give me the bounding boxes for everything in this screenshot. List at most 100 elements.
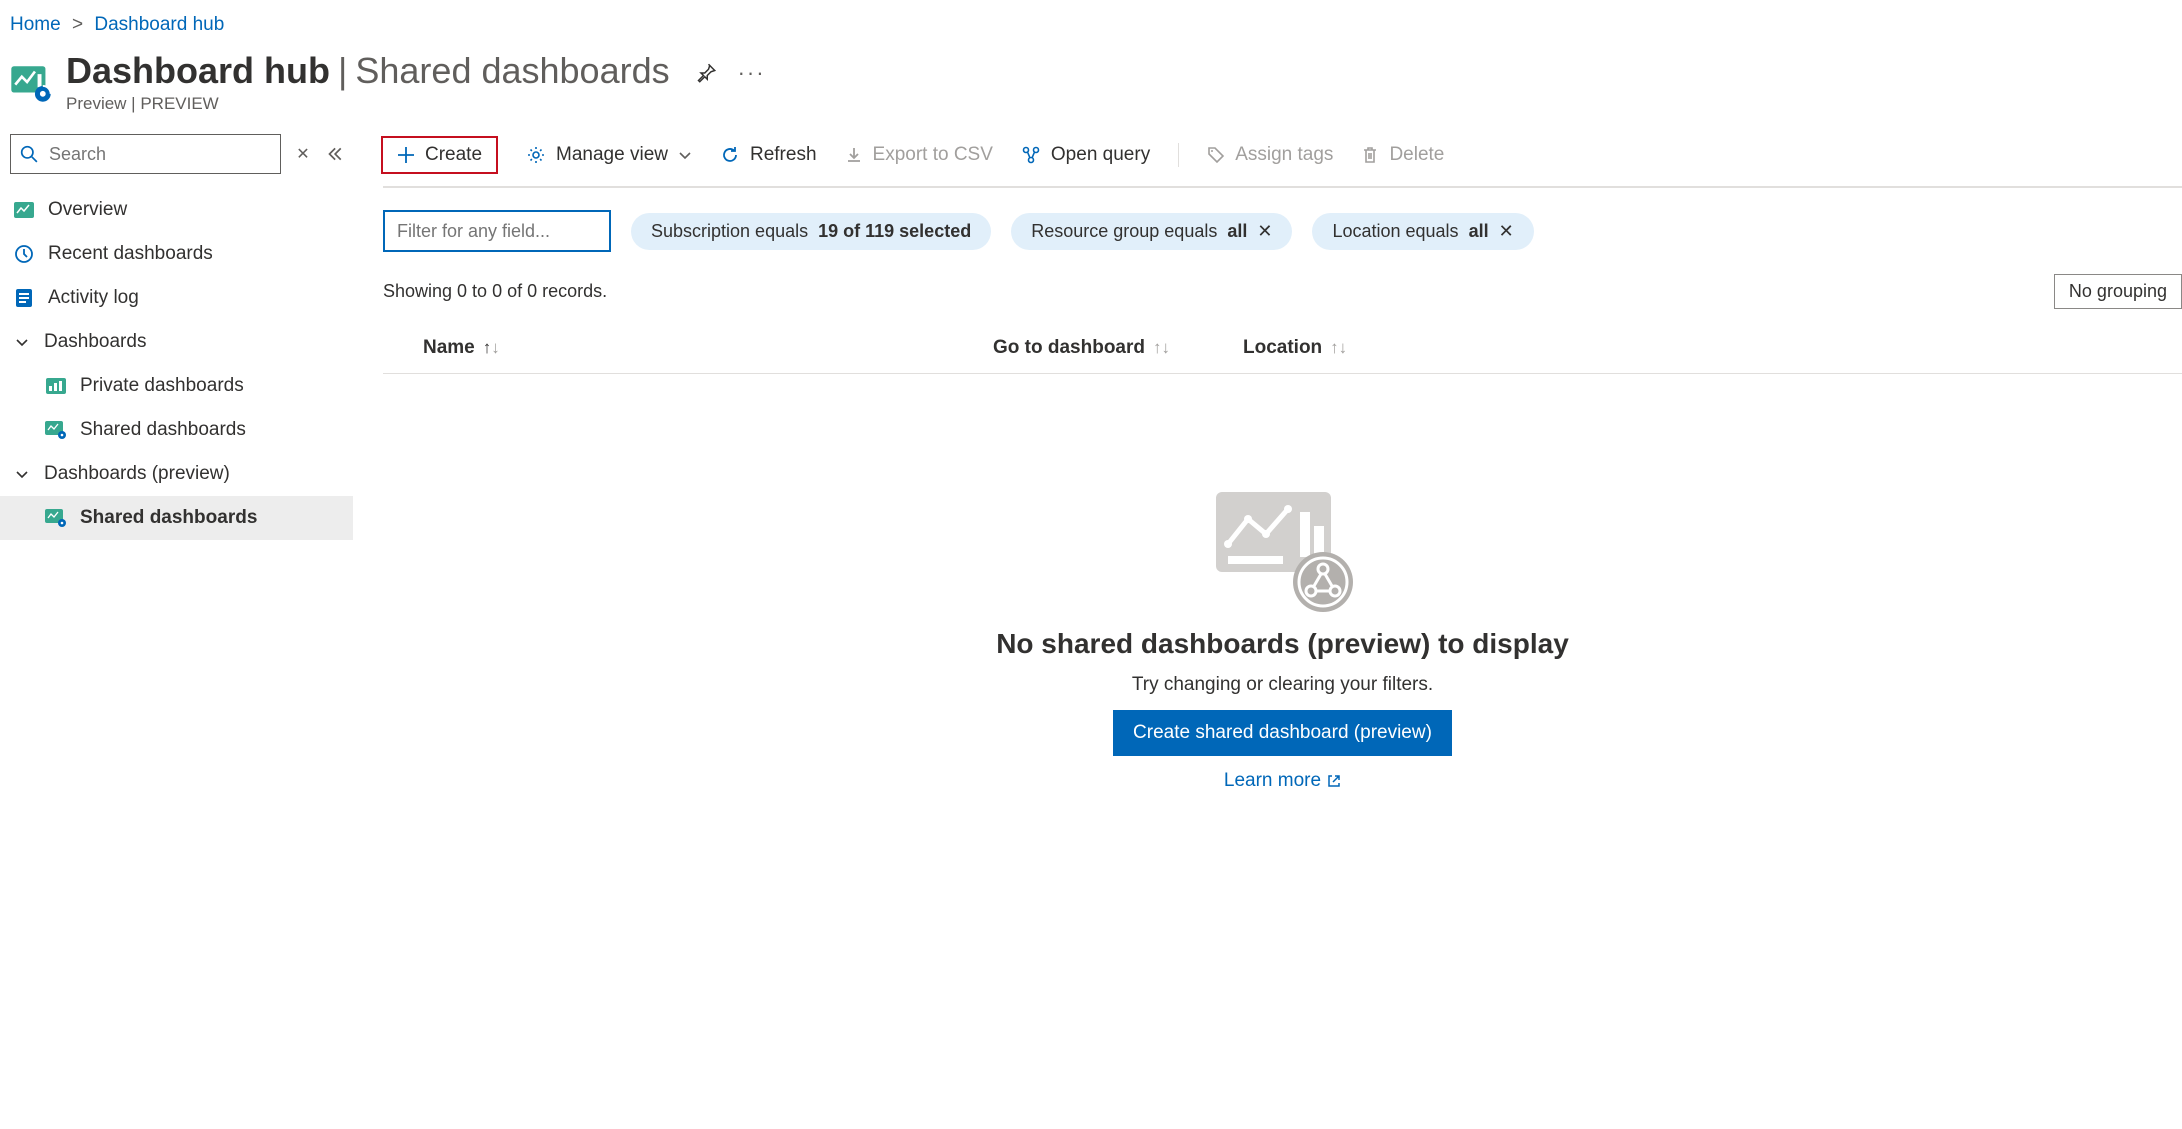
assign-tags-button: Assign tags xyxy=(1207,144,1333,166)
toolbar-label: Refresh xyxy=(750,144,817,166)
toolbar-separator xyxy=(1178,143,1179,167)
sidebar-group-label: Dashboards xyxy=(44,331,146,353)
overview-icon xyxy=(12,202,36,218)
preview-label: Preview | PREVIEW xyxy=(66,94,766,114)
table-header: Name ↑↓ Go to dashboard ↑↓ Location ↑↓ xyxy=(383,323,2182,374)
close-icon[interactable]: ✕ xyxy=(1257,221,1272,242)
filter-pill-resource-group[interactable]: Resource group equals all ✕ xyxy=(1011,213,1292,250)
filter-pill-prefix: Resource group equals xyxy=(1031,221,1217,242)
trash-icon xyxy=(1361,146,1379,164)
dashboard-hub-icon xyxy=(10,61,52,103)
sidebar-item-shared-dashboards-preview[interactable]: Shared dashboards xyxy=(0,496,353,540)
column-header-location[interactable]: Location ↑↓ xyxy=(1243,337,2182,359)
page-subtitle: Shared dashboards xyxy=(355,50,669,92)
sort-icon: ↑↓ xyxy=(483,338,500,358)
clock-icon xyxy=(12,244,36,264)
sidebar-item-label: Shared dashboards xyxy=(80,507,257,529)
pin-icon[interactable] xyxy=(696,63,716,83)
query-icon xyxy=(1021,145,1041,165)
search-icon xyxy=(20,145,38,163)
breadcrumb: Home > Dashboard hub xyxy=(0,0,2182,44)
toolbar-label: Manage view xyxy=(556,144,668,166)
activity-log-icon xyxy=(12,288,36,308)
title-separator: | xyxy=(338,50,347,92)
sidebar-item-label: Private dashboards xyxy=(80,375,244,397)
create-shared-dashboard-button[interactable]: Create shared dashboard (preview) xyxy=(1113,710,1452,756)
chevron-down-icon xyxy=(678,148,692,162)
learn-more-link[interactable]: Learn more xyxy=(1224,770,1341,792)
manage-view-button[interactable]: Manage view xyxy=(526,144,692,166)
sidebar-item-shared-dashboards[interactable]: Shared dashboards xyxy=(0,408,353,452)
toolbar-label: Open query xyxy=(1051,144,1150,166)
tag-icon xyxy=(1207,146,1225,164)
page-header: Dashboard hub | Shared dashboards ··· Pr… xyxy=(0,44,2182,114)
chevron-down-icon xyxy=(12,467,32,481)
sidebar-item-label: Overview xyxy=(48,199,127,221)
collapse-sidebar-icon[interactable] xyxy=(325,145,343,163)
gear-icon xyxy=(526,145,546,165)
sidebar-search-input[interactable] xyxy=(10,134,281,174)
toolbar-label: Create xyxy=(425,144,482,166)
sidebar-search xyxy=(10,134,281,174)
clear-search-icon[interactable]: ✕ xyxy=(293,144,313,164)
empty-state-icon xyxy=(1208,484,1358,614)
sidebar-item-label: Recent dashboards xyxy=(48,243,213,265)
sidebar-group-label: Dashboards (preview) xyxy=(44,463,230,485)
open-query-button[interactable]: Open query xyxy=(1021,144,1150,166)
refresh-icon xyxy=(720,145,740,165)
filter-input[interactable] xyxy=(383,210,611,252)
export-csv-button: Export to CSV xyxy=(845,144,993,166)
filter-pill-subscription[interactable]: Subscription equals 19 of 119 selected xyxy=(631,213,991,250)
download-icon xyxy=(845,146,863,164)
shared-dashboard-icon xyxy=(44,421,68,439)
external-link-icon xyxy=(1327,774,1341,788)
sidebar-item-label: Shared dashboards xyxy=(80,419,246,441)
sidebar-group-dashboards-preview[interactable]: Dashboards (preview) xyxy=(0,452,353,496)
delete-button: Delete xyxy=(1361,144,1444,166)
create-button[interactable]: Create xyxy=(381,136,498,174)
column-label: Name xyxy=(423,337,475,359)
records-summary: Showing 0 to 0 of 0 records. xyxy=(383,281,607,302)
breadcrumb-current[interactable]: Dashboard hub xyxy=(94,14,224,35)
breadcrumb-separator: > xyxy=(72,14,83,35)
private-dashboard-icon xyxy=(44,378,68,394)
empty-state-subtitle: Try changing or clearing your filters. xyxy=(1132,674,1433,696)
sort-icon: ↑↓ xyxy=(1330,338,1347,358)
breadcrumb-home[interactable]: Home xyxy=(10,14,61,35)
empty-state-title: No shared dashboards (preview) to displa… xyxy=(996,628,1569,660)
column-header-name[interactable]: Name ↑↓ xyxy=(383,337,993,359)
column-label: Go to dashboard xyxy=(993,337,1145,359)
sidebar-item-activity[interactable]: Activity log xyxy=(0,276,353,320)
column-label: Location xyxy=(1243,337,1322,359)
filter-pill-prefix: Location equals xyxy=(1332,221,1458,242)
page-title: Dashboard hub xyxy=(66,50,330,92)
filter-pill-prefix: Subscription equals xyxy=(651,221,808,242)
empty-state: No shared dashboards (preview) to displa… xyxy=(383,484,2182,792)
column-header-goto[interactable]: Go to dashboard ↑↓ xyxy=(993,337,1243,359)
filter-pill-location[interactable]: Location equals all ✕ xyxy=(1312,213,1533,250)
sidebar-group-dashboards[interactable]: Dashboards xyxy=(0,320,353,364)
filters-row: Subscription equals 19 of 119 selected R… xyxy=(383,210,2182,252)
sidebar-item-overview[interactable]: Overview xyxy=(0,188,353,232)
sort-icon: ↑↓ xyxy=(1153,338,1170,358)
more-icon[interactable]: ··· xyxy=(738,60,766,86)
chevron-down-icon xyxy=(12,335,32,349)
toolbar: Create Manage view Refresh Export to CSV… xyxy=(383,134,2182,188)
toolbar-label: Delete xyxy=(1389,144,1444,166)
plus-icon xyxy=(397,146,415,164)
refresh-button[interactable]: Refresh xyxy=(720,144,817,166)
toolbar-label: Export to CSV xyxy=(873,144,993,166)
main-content: Create Manage view Refresh Export to CSV… xyxy=(353,134,2182,792)
filter-pill-value: all xyxy=(1227,221,1247,242)
learn-more-label: Learn more xyxy=(1224,770,1321,792)
grouping-dropdown[interactable]: No grouping xyxy=(2054,274,2182,309)
sidebar-item-recent[interactable]: Recent dashboards xyxy=(0,232,353,276)
close-icon[interactable]: ✕ xyxy=(1499,221,1514,242)
sidebar-item-private-dashboards[interactable]: Private dashboards xyxy=(0,364,353,408)
sidebar: ✕ Overview Recent dashboards Activity lo… xyxy=(0,134,353,792)
filter-pill-value: 19 of 119 selected xyxy=(818,221,971,242)
toolbar-label: Assign tags xyxy=(1235,144,1333,166)
filter-pill-value: all xyxy=(1469,221,1489,242)
sidebar-item-label: Activity log xyxy=(48,287,139,309)
shared-dashboard-icon xyxy=(44,509,68,527)
